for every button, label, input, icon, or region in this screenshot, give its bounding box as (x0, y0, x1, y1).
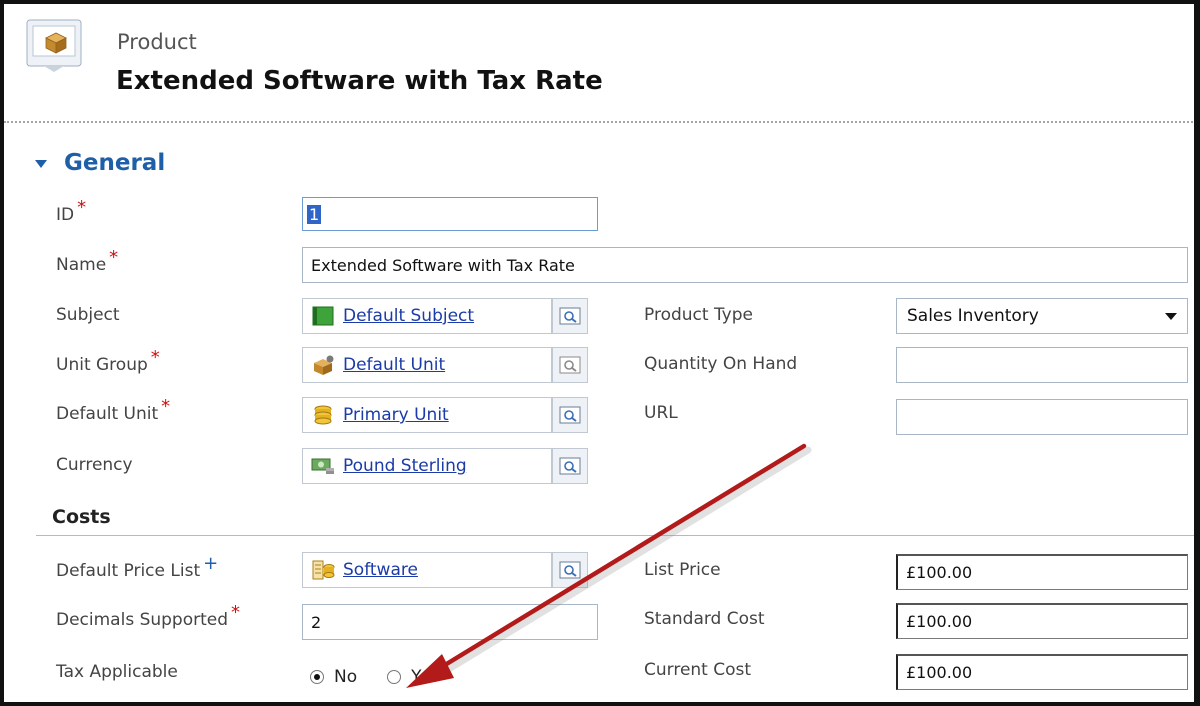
subject-link[interactable]: Default Subject (343, 306, 474, 326)
standard-cost-label: Standard Cost (644, 609, 765, 629)
default-unit-link[interactable]: Primary Unit (343, 405, 449, 425)
standard-cost-input[interactable]: £100.00 (896, 603, 1188, 639)
unit-group-boxes-icon (311, 354, 335, 376)
section-title-general[interactable]: General (64, 150, 165, 176)
currency-lookup-button[interactable] (552, 448, 588, 484)
id-input-value: 1 (307, 204, 322, 224)
required-marker: * (77, 197, 87, 218)
product-form-window: Product Extended Software with Tax Rate … (0, 0, 1200, 706)
default-unit-lookup-button[interactable] (552, 397, 588, 433)
name-input[interactable]: Extended Software with Tax Rate (302, 247, 1188, 283)
subject-lookup-button[interactable] (552, 298, 588, 334)
currency-label: Currency (56, 455, 133, 475)
decimals-supported-label-text: Decimals Supported (56, 610, 229, 630)
costs-section-title: Costs (52, 506, 111, 528)
default-price-list-lookup-button[interactable] (552, 552, 588, 588)
required-marker: * (150, 347, 160, 368)
list-price-value: £100.00 (906, 563, 973, 582)
product-type-label: Product Type (644, 305, 753, 325)
recommended-marker: + (203, 553, 219, 574)
subject-label: Subject (56, 305, 120, 325)
unit-group-link[interactable]: Default Unit (343, 355, 445, 375)
list-price-label: List Price (644, 560, 721, 580)
required-marker: * (109, 247, 119, 268)
standard-cost-value: £100.00 (906, 612, 973, 631)
id-input[interactable]: 1 (302, 197, 598, 231)
radio-yes-label[interactable]: Yes (411, 667, 438, 687)
subject-lookup[interactable]: Default Subject (302, 298, 552, 334)
lookup-icon (559, 561, 581, 579)
radio-selected-dot (314, 674, 320, 680)
list-price-input[interactable]: £100.00 (896, 554, 1188, 590)
unit-group-lookup[interactable]: Default Unit (302, 347, 552, 383)
lookup-icon (559, 406, 581, 424)
currency-money-icon (311, 455, 335, 477)
currency-lookup[interactable]: Pound Sterling (302, 448, 552, 484)
unit-group-label-text: Unit Group (56, 355, 148, 375)
quantity-on-hand-input[interactable] (896, 347, 1188, 383)
lookup-icon (559, 356, 581, 374)
decimals-supported-input[interactable]: 2 (302, 604, 598, 640)
radio-no[interactable] (310, 670, 324, 684)
tax-applicable-radio-group: No Yes (310, 667, 439, 687)
decimals-supported-value: 2 (311, 612, 322, 632)
url-input[interactable] (896, 399, 1188, 435)
decimals-supported-label: Decimals Supported * (56, 602, 240, 630)
dropdown-caret-icon (1165, 312, 1177, 320)
product-entity-icon (24, 16, 84, 74)
unit-group-label: Unit Group * (56, 347, 160, 375)
name-label: Name * (56, 247, 118, 275)
section-collapse-icon[interactable] (35, 160, 47, 168)
radio-yes[interactable] (387, 670, 402, 684)
default-unit-label-text: Default Unit (56, 404, 159, 424)
default-price-list-label-text: Default Price List (56, 561, 201, 581)
id-label-text: ID (56, 205, 75, 225)
unit-group-lookup-button[interactable] (552, 347, 588, 383)
current-cost-value: £100.00 (906, 663, 973, 682)
quantity-on-hand-label: Quantity On Hand (644, 354, 798, 374)
price-list-icon (311, 559, 335, 581)
default-price-list-lookup[interactable]: Software (302, 552, 552, 588)
product-type-value: Sales Inventory (907, 306, 1039, 326)
record-title: Extended Software with Tax Rate (116, 66, 603, 96)
default-price-list-label: Default Price List + (56, 553, 218, 581)
header-divider (4, 121, 1194, 123)
costs-divider (36, 535, 1194, 536)
default-price-list-link[interactable]: Software (343, 560, 418, 580)
entity-type-label: Product (117, 30, 197, 54)
required-marker: * (161, 396, 171, 417)
required-marker: * (231, 602, 241, 623)
name-label-text: Name (56, 255, 107, 275)
currency-link[interactable]: Pound Sterling (343, 456, 467, 476)
default-unit-stack-icon (311, 404, 335, 426)
url-label: URL (644, 403, 678, 423)
radio-no-label[interactable]: No (334, 667, 357, 687)
default-unit-label: Default Unit * (56, 396, 170, 424)
subject-book-icon (311, 305, 335, 327)
name-input-value: Extended Software with Tax Rate (311, 255, 575, 275)
product-type-select[interactable]: Sales Inventory (896, 298, 1188, 334)
current-cost-input[interactable]: £100.00 (896, 654, 1188, 690)
current-cost-label: Current Cost (644, 660, 752, 680)
id-label: ID * (56, 197, 86, 225)
default-unit-lookup[interactable]: Primary Unit (302, 397, 552, 433)
tax-applicable-label: Tax Applicable (56, 662, 178, 682)
lookup-icon (559, 307, 581, 325)
lookup-icon (559, 457, 581, 475)
